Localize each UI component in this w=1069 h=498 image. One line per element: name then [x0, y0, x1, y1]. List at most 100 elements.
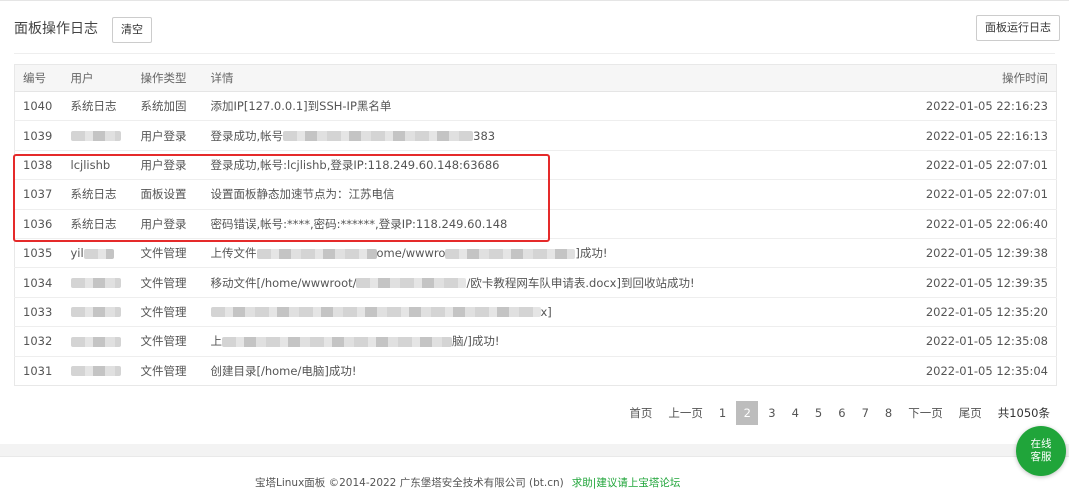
pagination: 首页 上一页 1 2 3 4 5 6 7 8 下一页 尾页 共1050条: [623, 401, 1056, 425]
cell-type: 用户登录: [132, 120, 203, 151]
redacted-detail-blur: [210, 307, 541, 318]
pager-page-8[interactable]: 8: [878, 401, 899, 425]
redacted-user-blur: [70, 336, 121, 347]
cell-user: [62, 267, 133, 298]
table-row: 1036 系统日志 用户登录 密码错误,帐号:****,密码:******,登录IP:…: [14, 208, 1057, 239]
redacted-user-blur: [83, 248, 114, 259]
redacted-detail-blur: [356, 278, 467, 289]
cell-type: 系统加固: [132, 90, 203, 121]
cell-detail-text: 上: [210, 334, 223, 349]
pager-page-7[interactable]: 7: [855, 401, 875, 425]
pager-page-5[interactable]: 5: [808, 401, 829, 425]
table-row: 1034 文件管理 移动文件[/home/wwwroot/ /欧卡教程网车队申请表.d…: [14, 267, 1057, 298]
cell-detail: 登录成功,帐号 383: [202, 120, 803, 151]
cell-detail-text: 设置面板静态加速节点为：江苏电信: [210, 187, 395, 202]
cell-detail: 创建目录[/home/电脑]成功!: [202, 355, 803, 386]
cell-detail-text: 添加IP[127.0.0.1]到SSH-IP黑名单: [210, 99, 392, 114]
column-header-time: 操作时间: [802, 64, 1057, 92]
pager-page-1[interactable]: 1: [712, 401, 733, 425]
panel-header: 面板操作日志 清空 面板运行日志: [0, 1, 1069, 53]
pager-last[interactable]: 尾页: [952, 401, 988, 425]
cell-detail: 密码错误,帐号:****,密码:******,登录IP:118.249.60.1…: [202, 208, 803, 239]
column-header-type: 操作类型: [132, 64, 203, 92]
cell-type: 文件管理: [132, 237, 203, 268]
cell-user-text: lcjlishb: [70, 157, 111, 172]
cell-user-text: 系统日志: [70, 216, 117, 231]
cell-user: [62, 120, 133, 151]
cell-time: 2022-01-05 22:16:23: [802, 90, 1057, 121]
cell-type: 文件管理: [132, 355, 203, 386]
cell-id: 1037: [14, 179, 63, 210]
redacted-detail-blur: [445, 248, 576, 259]
table-row: 1040 系统日志 系统加固 添加IP[127.0.0.1]到SSH-IP黑名单 202…: [14, 90, 1057, 121]
clear-button[interactable]: 清空: [112, 17, 152, 43]
cell-detail-tail: 脑/]成功!: [452, 334, 500, 349]
cell-type: 用户登录: [132, 149, 203, 180]
header-divider: [14, 53, 1055, 54]
cell-id: 1031: [14, 355, 63, 386]
cell-time: 2022-01-05 22:06:40: [802, 208, 1057, 239]
cell-type: 文件管理: [132, 326, 203, 357]
redacted-detail-blur: [283, 131, 474, 142]
table-row: 1038 lcjlishb 用户登录 登录成功,帐号:lcjlishb,登录IP:11…: [14, 149, 1057, 180]
pager-page-2[interactable]: 2: [736, 401, 759, 425]
cell-time: 2022-01-05 22:07:01: [802, 149, 1057, 180]
table-row: 1032 文件管理上 脑/]成功! 2022-01-05 12:35:08: [14, 326, 1057, 357]
cell-user: [62, 355, 133, 386]
pager-page-4[interactable]: 4: [785, 401, 805, 425]
column-header-user: 用户: [62, 64, 133, 92]
table-row: 1035 yil 文件管理 上传文件 ome/wwwro]成功! 2022-01-05 1…: [14, 237, 1057, 268]
online-service-button[interactable]: 在线 客服: [1016, 426, 1066, 476]
table-header-row: 编号 用户 操作类型 详情 操作时间: [14, 64, 1057, 92]
cell-type: 用户登录: [132, 208, 203, 239]
table-row: 1039 用户登录 登录成功,帐号 383 2022-01-05 22:16:13: [14, 120, 1057, 151]
cell-detail-text: 上传文件: [210, 246, 257, 261]
cell-id: 1040: [14, 90, 63, 121]
redacted-detail-blur: [256, 248, 377, 259]
cell-detail-tail: /欧卡教程网车队申请表.docx]到回收站成功!: [466, 275, 695, 290]
cell-detail-text: 登录成功,帐号: [210, 128, 284, 143]
pager-page-3[interactable]: 3: [762, 401, 782, 425]
cell-detail-mid: ome/wwwro: [376, 246, 446, 261]
column-header-detail: 详情: [202, 64, 803, 92]
redacted-user-blur: [70, 278, 121, 289]
cell-type: 面板设置: [132, 179, 203, 210]
cell-user: 系统日志: [62, 179, 133, 210]
cell-detail-tail: 383: [473, 128, 496, 143]
cell-id: 1039: [14, 120, 63, 151]
table-row: 1031 文件管理 创建目录[/home/电脑]成功! 2022-01-05 12:3…: [14, 355, 1057, 386]
pager-first[interactable]: 首页: [623, 401, 659, 425]
cell-user-text: 系统日志: [70, 99, 117, 114]
cell-user: [62, 326, 133, 357]
log-table: 编号 用户 操作类型 详情 操作时间 1040 系统日志 系统加固 添加IP[127.…: [14, 64, 1057, 386]
panel-run-log-button[interactable]: 面板运行日志: [976, 15, 1060, 41]
cell-time: 2022-01-05 22:07:01: [802, 179, 1057, 210]
cell-detail: 登录成功,帐号:lcjlishb,登录IP:118.249.60.148:636…: [202, 149, 803, 180]
service-label-line1: 在线: [1030, 438, 1052, 450]
footer-copyright: 宝塔Linux面板 ©2014-2022 广东堡塔安全技术有限公司 (bt.cn…: [255, 475, 680, 490]
cell-time: 2022-01-05 12:39:38: [802, 237, 1057, 268]
forum-link[interactable]: 求助|建议请上宝塔论坛: [572, 477, 681, 489]
redacted-detail-blur: [222, 336, 452, 347]
cell-id: 1036: [14, 208, 63, 239]
cell-user: 系统日志: [62, 208, 133, 239]
table-row: 1037 系统日志 面板设置 设置面板静态加速节点为：江苏电信 2022-01-05 2…: [14, 179, 1057, 210]
pager-next[interactable]: 下一页: [902, 401, 949, 425]
cell-user-text: yil: [70, 246, 84, 261]
footer: 宝塔Linux面板 ©2014-2022 广东堡塔安全技术有限公司 (bt.cn…: [0, 456, 1069, 498]
redacted-user-blur: [70, 131, 121, 142]
cell-time: 2022-01-05 12:39:35: [802, 267, 1057, 298]
pager-page-6[interactable]: 6: [832, 401, 852, 425]
cell-id: 1033: [14, 296, 63, 327]
footer-copyright-text: 宝塔Linux面板 ©2014-2022 广东堡塔安全技术有限公司 (bt.cn…: [255, 477, 564, 489]
pager-total: 共1050条: [991, 401, 1056, 425]
cell-id: 1035: [14, 237, 63, 268]
redacted-user-blur: [70, 366, 121, 377]
cell-detail-text: 移动文件[/home/wwwroot/: [210, 275, 357, 290]
cell-detail: x]: [202, 296, 803, 327]
cell-time: 2022-01-05 12:35:20: [802, 296, 1057, 327]
pager-prev[interactable]: 上一页: [662, 401, 709, 425]
cell-time: 2022-01-05 22:16:13: [802, 120, 1057, 151]
cell-user: [62, 296, 133, 327]
cell-user: 系统日志: [62, 90, 133, 121]
